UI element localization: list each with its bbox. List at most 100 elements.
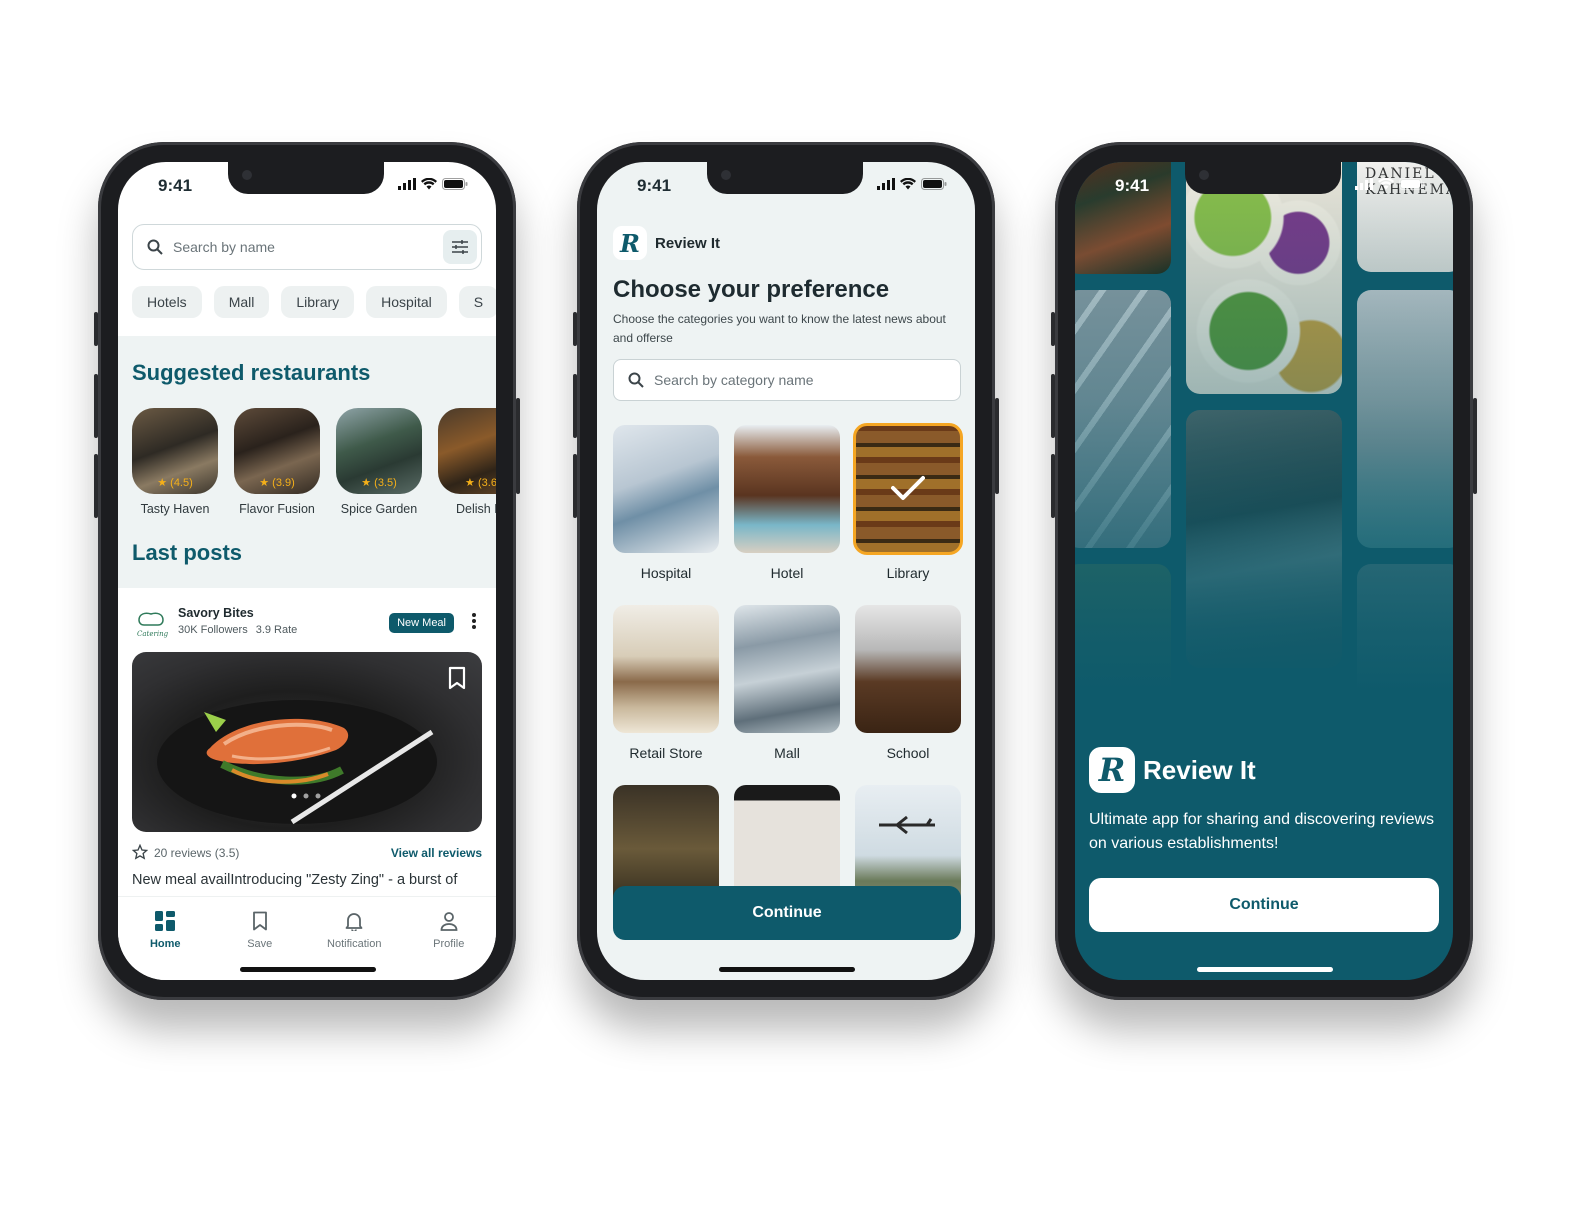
category-image	[613, 605, 719, 733]
restaurant-card[interactable]: ★ (3.6 Delish Di	[438, 408, 496, 516]
chip-hotels[interactable]: Hotels	[132, 286, 202, 318]
restaurant-name: Tasty Haven	[140, 502, 210, 516]
category-label: Hotel	[770, 565, 804, 581]
post-followers: 30K Followers	[178, 624, 248, 636]
home-indicator	[1197, 967, 1333, 972]
category-label: School	[886, 745, 930, 761]
search-placeholder: Search by name	[173, 239, 275, 255]
signal-icon	[877, 178, 895, 190]
category-search-input[interactable]: Search by category name	[613, 359, 961, 401]
background-collage: DANIELKAHNEMAN	[1075, 162, 1453, 692]
category-image-selected	[853, 423, 963, 555]
restaurant-image: ★ (3.6	[438, 408, 496, 494]
checkmark-icon	[891, 476, 925, 500]
category-retail-store[interactable]: Retail Store	[613, 605, 719, 785]
tab-notification-label: Notification	[327, 938, 382, 950]
tab-profile[interactable]: Profile	[414, 911, 484, 980]
category-hospital[interactable]: Hospital	[613, 425, 719, 605]
profile-icon	[440, 912, 458, 931]
notch	[228, 162, 384, 194]
restaurant-card[interactable]: ★ (3.5) Spice Garden	[336, 408, 422, 516]
signal-icon	[1355, 178, 1373, 190]
sliders-icon	[452, 240, 468, 254]
star-icon: ★	[465, 477, 475, 489]
restaurant-image: ★ (3.5)	[336, 408, 422, 494]
filter-button[interactable]	[443, 230, 477, 264]
phone-preferences: 9:41 R Review It Choose your preference …	[573, 142, 999, 1000]
category-image	[734, 605, 840, 733]
search-placeholder: Search by category name	[654, 372, 814, 388]
restaurant-name: Spice Garden	[340, 502, 418, 516]
star-outline-icon[interactable]	[132, 844, 148, 860]
page-subtitle: Choose the categories you want to know t…	[613, 312, 946, 345]
post-image[interactable]	[132, 652, 482, 832]
category-school[interactable]: School	[855, 605, 961, 785]
app-header: R Review It	[613, 226, 720, 260]
app-name: Review It	[1143, 754, 1256, 785]
restaurant-rating: (4.5)	[170, 477, 193, 489]
wifi-icon	[900, 178, 916, 190]
reviews-count: 20 reviews (3.5)	[154, 846, 240, 860]
restaurant-rating: (3.5)	[374, 477, 397, 489]
bell-icon	[345, 913, 363, 933]
tab-profile-label: Profile	[433, 938, 465, 950]
search-icon	[628, 372, 644, 388]
home-indicator	[719, 967, 855, 972]
tagline: Ultimate app for sharing and discovering…	[1089, 811, 1435, 852]
wifi-icon	[1378, 178, 1394, 190]
welcome-screen: DANIELKAHNEMAN 9:41 R Review It Ultimate…	[1075, 162, 1453, 980]
continue-button[interactable]: Continue	[613, 886, 961, 940]
category-image	[734, 425, 840, 553]
chip-mall[interactable]: Mall	[213, 286, 270, 318]
more-icon[interactable]	[472, 613, 476, 629]
tab-home[interactable]: Home	[130, 911, 200, 980]
category-image	[613, 425, 719, 553]
bookmark-icon[interactable]	[448, 666, 466, 690]
star-icon: ★	[259, 477, 270, 489]
chip-partial[interactable]: S	[458, 286, 496, 318]
status-time: 9:41	[158, 176, 193, 195]
category-library[interactable]: Library	[853, 423, 963, 605]
category-hotel[interactable]: Hotel	[734, 425, 840, 605]
restaurant-name: Delish Di	[455, 502, 496, 516]
new-meal-badge: New Meal	[389, 613, 454, 633]
tab-save-label: Save	[247, 938, 273, 950]
status-time: 9:41	[1115, 176, 1150, 195]
post-rate: 3.9 Rate	[255, 624, 298, 636]
restaurant-rating: (3.9)	[272, 477, 295, 489]
search-icon	[147, 239, 163, 255]
salmon-dish-image	[157, 700, 437, 825]
notch	[1185, 162, 1341, 194]
phone-welcome: DANIELKAHNEMAN 9:41 R Review It Ultimate…	[1051, 142, 1477, 1000]
category-mall[interactable]: Mall	[734, 605, 840, 785]
status-time: 9:41	[637, 176, 672, 195]
brand: R Review It	[1089, 747, 1256, 793]
restaurant-card[interactable]: ★ (4.5) Tasty Haven	[132, 408, 218, 516]
app-logo: R	[613, 226, 647, 260]
restaurant-image: ★ (3.9)	[234, 408, 320, 494]
airplane-icon	[879, 815, 935, 835]
category-label: Library	[886, 565, 930, 581]
category-label: Mall	[774, 745, 800, 761]
post-author[interactable]: Savory Bites	[178, 606, 254, 620]
phone-home: 9:41 Search by name Hotels Mall Library …	[94, 142, 520, 1000]
continue-button[interactable]: Continue	[1089, 878, 1439, 932]
chip-library[interactable]: Library	[281, 286, 355, 318]
suggested-title: Suggested restaurants	[132, 360, 371, 385]
category-grid: Hospital Hotel Library Retail Store Mall	[613, 423, 963, 965]
home-indicator	[240, 967, 376, 972]
svg-text:Catering: Catering	[137, 630, 168, 638]
star-icon: ★	[157, 477, 168, 489]
signal-icon	[398, 178, 416, 190]
search-input[interactable]: Search by name	[132, 224, 482, 270]
restaurant-card[interactable]: ★ (3.9) Flavor Fusion	[234, 408, 320, 516]
restaurant-name: Flavor Fusion	[239, 502, 315, 516]
restaurant-logo-icon: Catering	[137, 612, 168, 638]
category-image	[855, 605, 961, 733]
chip-hospital[interactable]: Hospital	[366, 286, 447, 318]
restaurant-rating: (3.6	[477, 477, 496, 489]
tab-home-label: Home	[149, 938, 181, 950]
home-screen: 9:41 Search by name Hotels Mall Library …	[118, 162, 496, 980]
view-all-reviews-link[interactable]: View all reviews	[391, 846, 482, 860]
home-grid-icon	[155, 911, 176, 931]
